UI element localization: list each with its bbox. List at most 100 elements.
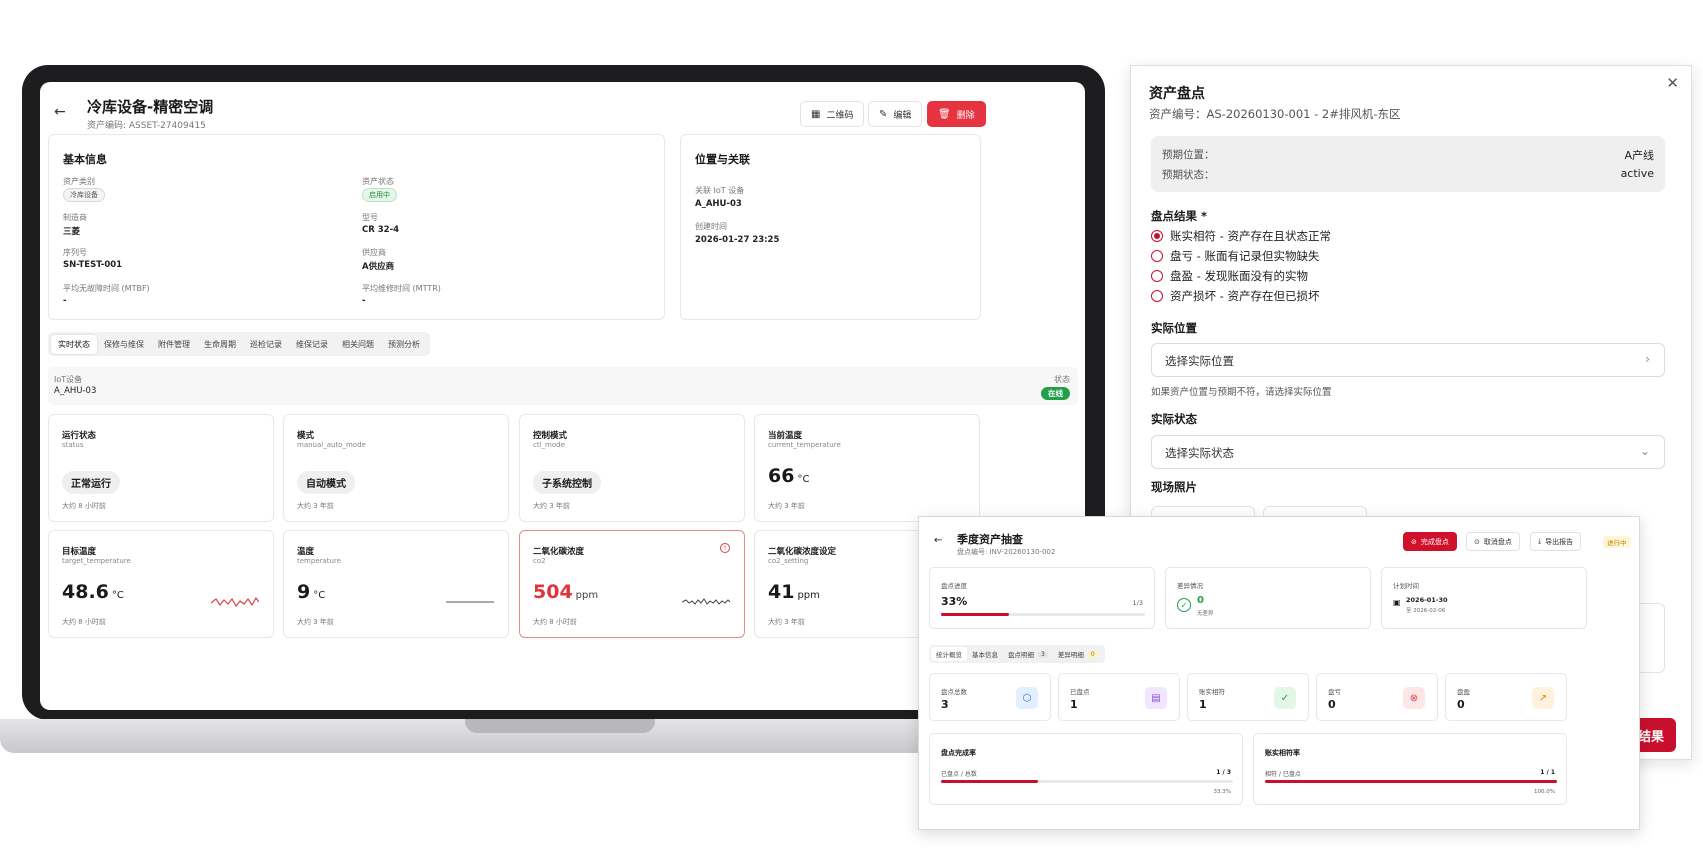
panel-subtitle: 资产编号：AS-20260130-001 - 2#排风机-东区 [1149, 107, 1401, 121]
field-label: 制造商 [63, 213, 87, 222]
created-value: 2026-01-27 23:25 [695, 235, 780, 245]
stat-value: 1 [1070, 698, 1078, 711]
metric-key: ctl_mode [533, 441, 565, 449]
stat-loss: 盘亏 0 ⊗ [1316, 673, 1438, 721]
stat-value: 0 [1328, 698, 1336, 711]
radio-icon [1151, 250, 1163, 262]
tab-overview[interactable]: 统计概览 [931, 647, 967, 661]
actual-status-select[interactable]: 选择实际状态 ⌄ [1151, 435, 1665, 469]
qrcode-button[interactable]: ▦ 二维码 [800, 101, 865, 127]
placeholder-text: 选择实际状态 [1165, 446, 1234, 460]
tab-realtime[interactable]: 实时状态 [51, 334, 97, 354]
delete-label: 删除 [956, 110, 975, 121]
edit-button[interactable]: ✎ 编辑 [868, 101, 923, 127]
option-label: 盘亏 - 账面有记录但实物缺失 [1170, 249, 1320, 263]
stat-surplus: 盘盈 0 ↗ [1445, 673, 1567, 721]
diff-label: 差异情况 [1177, 582, 1203, 590]
result-label: 盘点结果 * [1151, 209, 1208, 223]
match-fill [1265, 780, 1557, 783]
button-label: 取消盘点 [1483, 537, 1512, 546]
stat-checked: 已盘点 1 ▤ [1058, 673, 1180, 721]
metric-unit: °C [797, 474, 810, 485]
tab-label: 统计概览 [936, 651, 962, 659]
metric-card-alert: 二氧化碳浓度 co2 ! 504 ppm 大约 8 小时前 [519, 530, 745, 638]
completion-percent: 33.3% [1213, 789, 1231, 795]
cancel-inventory-button[interactable]: ⊙ 取消盘点 [1466, 532, 1520, 551]
metric-unit: ppm [575, 590, 599, 601]
submit-label: 结果 [1637, 729, 1664, 745]
actual-location-select[interactable]: 选择实际位置 › [1151, 343, 1665, 377]
result-option-damaged[interactable]: 资产损坏 - 资产存在但已损坏 [1151, 288, 1319, 304]
actual-status-label: 实际状态 [1151, 412, 1197, 426]
metric-card: 目标温度 target_temperature 48.6 °C 大约 8 小时前 [48, 530, 274, 638]
tab-issues[interactable]: 相关问题 [335, 335, 381, 354]
close-icon[interactable]: ✕ [1666, 74, 1679, 92]
expected-status-value: active [1620, 167, 1654, 180]
clipboard-icon: ▤ [1145, 687, 1167, 709]
metric-value: 正常运行 [62, 471, 120, 494]
back-arrow-icon[interactable]: ← [54, 104, 66, 120]
result-option-loss[interactable]: 盘亏 - 账面有记录但实物缺失 [1151, 248, 1319, 264]
metric-time: 大约 8 小时前 [533, 618, 577, 626]
completion-fill [941, 780, 1039, 783]
tab-prediction[interactable]: 预测分析 [381, 335, 427, 354]
tab-lifecycle[interactable]: 生命周期 [197, 335, 243, 354]
match-title: 账实相符率 [1265, 749, 1300, 757]
check-circle-icon: ⊘ [1411, 537, 1417, 546]
export-report-button[interactable]: ⤓ 导出报告 [1530, 532, 1582, 551]
metric-name: 模式 [297, 431, 315, 441]
tab-details[interactable]: 盘点明细 3 [1003, 647, 1053, 661]
tab-attachments[interactable]: 附件管理 [151, 335, 197, 354]
actual-location-hint: 如果资产位置与预期不符，请选择实际位置 [1151, 387, 1332, 398]
metric-key: manual_auto_mode [297, 441, 366, 449]
field-label: 序列号 [63, 248, 87, 257]
metric-time: 大约 8 小时前 [62, 502, 106, 510]
calendar-icon: ▣ [1393, 598, 1401, 607]
sparkline-icon [211, 596, 259, 608]
option-label: 账实相符 - 资产存在且状态正常 [1170, 229, 1331, 243]
stat-label: 盘亏 [1328, 688, 1341, 696]
stat-value: 0 [1457, 698, 1465, 711]
field-label: 平均无故障时间 (MTBF) [63, 284, 150, 293]
tab-inspection[interactable]: 巡检记录 [243, 335, 289, 354]
delete-button[interactable]: 🗑 删除 [927, 101, 986, 127]
metric-unit: °C [111, 590, 124, 601]
detail-tabs: 实时状态 保修与维保 附件管理 生命周期 巡检记录 维保记录 相关问题 预测分析 [48, 332, 430, 356]
diff-text: 无差异 [1197, 611, 1214, 617]
metric-card: 模式 manual_auto_mode 自动模式 大约 3 年前 [283, 414, 509, 522]
metric-card: 运行状态 status 正常运行 大约 8 小时前 [48, 414, 274, 522]
result-option-match[interactable]: 账实相符 - 资产存在且状态正常 [1151, 228, 1331, 244]
field-label: 型号 [362, 213, 378, 222]
radio-icon [1151, 290, 1163, 302]
field-value: - [362, 296, 366, 306]
expected-location-label: 预期位置： [1162, 149, 1215, 161]
tab-basic[interactable]: 基本信息 [967, 647, 1003, 661]
tab-label: 基本信息 [972, 651, 998, 659]
check-circle-icon: ✓ [1177, 598, 1191, 612]
completion-count: 1 / 3 [1216, 769, 1231, 776]
expected-info-box: 预期位置： A产线 预期状态： active [1151, 136, 1665, 192]
plan-label: 计划时间 [1393, 582, 1419, 590]
match-label: 相符 / 已盘点 [1265, 771, 1301, 778]
result-option-surplus[interactable]: 盘盈 - 发现账面没有的实物 [1151, 268, 1308, 284]
inventory-tabs: 统计概览 基本信息 盘点明细 3 差异明细 0 [929, 645, 1105, 663]
status-badge: 启用中 [362, 188, 397, 202]
match-rate-card: 账实相符率 相符 / 已盘点 1 / 1 100.0% [1253, 733, 1567, 805]
metric-key: target_temperature [62, 557, 131, 565]
plan-card: 计划时间 ▣ 2026-01-30 至 2026-02-06 [1381, 567, 1587, 629]
inventory-code: 盘点编号: INV-20260130-002 [957, 548, 1056, 556]
back-arrow-icon[interactable]: ← [934, 535, 942, 546]
match-percent: 100.0% [1534, 789, 1555, 795]
metric-time: 大约 3 年前 [768, 502, 805, 510]
tab-warranty[interactable]: 保修与维保 [97, 335, 151, 354]
metric-key: current_temperature [768, 441, 841, 449]
tab-maintenance[interactable]: 维保记录 [289, 335, 335, 354]
metric-time: 大约 8 小时前 [62, 618, 106, 626]
complete-inventory-button[interactable]: ⊘ 完成盘点 [1403, 532, 1457, 551]
metric-value: 子系统控制 [533, 471, 601, 494]
asset-code: 资产编码: ASSET-27409415 [87, 121, 206, 131]
metric-value: 48.6 [62, 581, 109, 603]
metric-time: 大约 3 年前 [297, 618, 334, 626]
iot-device-label: 关联 IoT 设备 [695, 186, 745, 195]
tab-diff[interactable]: 差异明细 0 [1053, 647, 1103, 661]
